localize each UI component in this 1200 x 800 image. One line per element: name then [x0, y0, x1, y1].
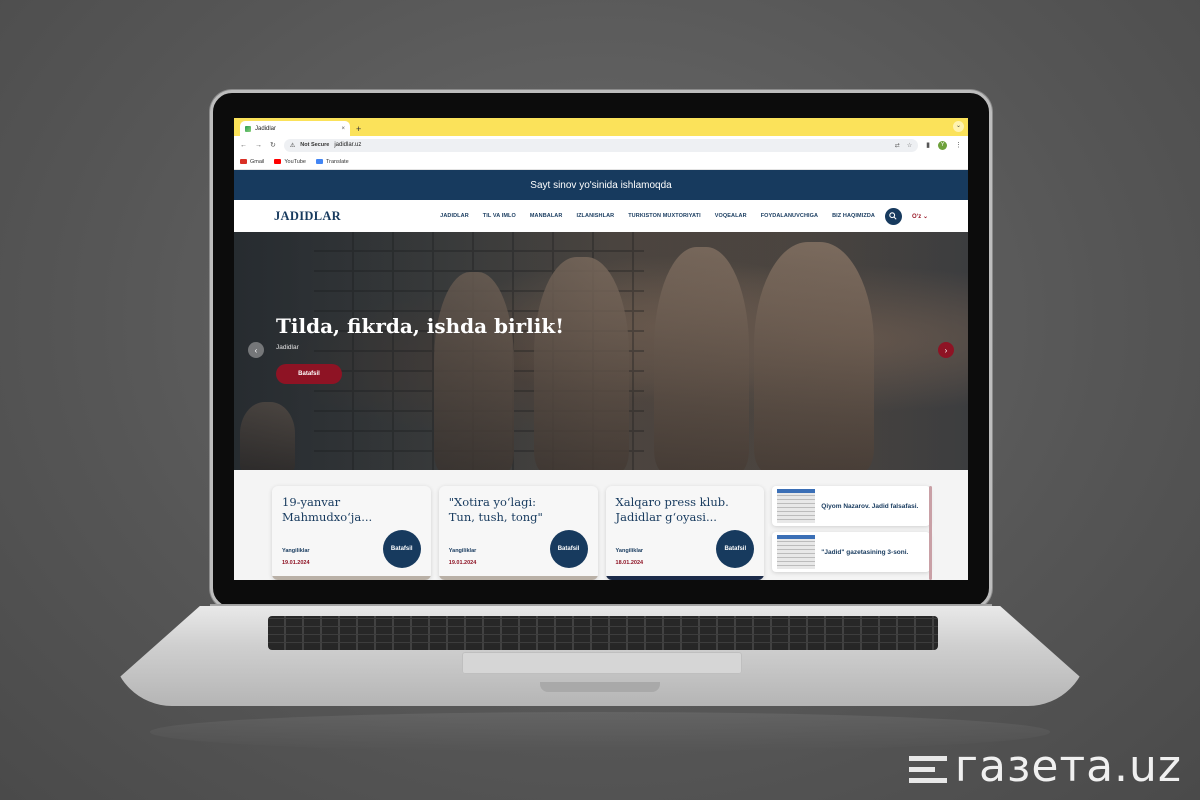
- news-card-details-button[interactable]: Batafsil: [549, 530, 588, 568]
- site-notice-banner: Sayt sinov yo'sinida ishlamoqda: [234, 170, 968, 200]
- site-favicon-icon: [245, 125, 251, 132]
- tab-title: Jadidlar: [255, 125, 277, 132]
- slider-next-arrow-icon[interactable]: ›: [938, 342, 954, 358]
- laptop-screen: Jadidlar × + ⌄ ← → ↻ ⚠ Not Secure jadidl…: [234, 118, 968, 580]
- news-card-details-button[interactable]: Batafsil: [716, 530, 755, 568]
- news-card[interactable]: "Xotira yo‘lagi: Tun, tush, tong" Yangil…: [438, 486, 598, 580]
- news-card[interactable]: 19-yanvar Mahmudxo‘ja... Yangiliklar 19.…: [272, 486, 431, 580]
- bookmark-star-icon[interactable]: ☆: [907, 142, 912, 149]
- site-header: JADIDLAR JADIDLAR TIL VA IMLO MANBALAR I…: [234, 200, 968, 232]
- newspaper-thumbnail: [777, 535, 816, 569]
- newspaper-item[interactable]: Qiyom Nazarov. Jadid falsafasi.: [772, 486, 931, 526]
- newspaper-list: Qiyom Nazarov. Jadid falsafasi. "Jadid" …: [772, 486, 931, 580]
- site-logo[interactable]: JADIDLAR: [274, 209, 341, 224]
- menu-item-biz-haqimizda[interactable]: BIZ HAQIMIZDA: [832, 213, 875, 219]
- menu-item-turkiston-muxtoriyati[interactable]: TURKISTON MUXTORIYATI: [628, 213, 701, 219]
- address-bar[interactable]: ⚠ Not Secure jadidlar.uz ⇄ ☆: [283, 138, 919, 152]
- slider-prev-arrow-icon[interactable]: ‹: [248, 342, 264, 358]
- hero-overlay: [234, 232, 968, 470]
- laptop-trackpad: [462, 652, 742, 674]
- news-section: 19-yanvar Mahmudxo‘ja... Yangiliklar 19.…: [234, 470, 968, 580]
- news-card-date: 19.01.2024: [282, 560, 310, 566]
- news-card-category: Yangiliklar: [615, 548, 644, 554]
- newspaper-list-scrollbar[interactable]: [929, 486, 932, 580]
- browser-menu-icon[interactable]: ⋮: [955, 141, 962, 149]
- watermark-text: газета.uz: [954, 741, 1182, 792]
- newspaper-title[interactable]: Qiyom Nazarov. Jadid falsafasi.: [821, 503, 918, 510]
- new-tab-button[interactable]: +: [356, 124, 361, 134]
- newspaper-item[interactable]: "Jadid" gazetasining 3-soni.: [772, 532, 931, 572]
- news-card-image: [272, 576, 431, 580]
- bookmark-youtube[interactable]: YouTube: [274, 159, 306, 165]
- youtube-icon: [274, 159, 282, 164]
- hero-title: Tilda, fikrda, ishda birlik!: [276, 314, 565, 338]
- laptop-notch: [540, 682, 660, 692]
- news-card-title[interactable]: Xalqaro press klub. Jadidlar g‘oyasi...: [616, 495, 731, 525]
- back-icon[interactable]: ←: [240, 142, 247, 149]
- news-card-title[interactable]: 19-yanvar Mahmudxo‘ja...: [282, 495, 397, 525]
- url-text[interactable]: jadidlar.uz: [334, 142, 361, 148]
- bookmark-label: Translate: [326, 158, 349, 165]
- hero-details-button[interactable]: Batafsil: [276, 364, 342, 384]
- menu-item-izlanishlar[interactable]: IZLANISHLAR: [576, 213, 614, 219]
- news-card-image: [438, 576, 598, 580]
- news-card-date: 19.01.2024: [448, 560, 477, 566]
- news-card-date: 18.01.2024: [615, 560, 644, 566]
- news-card-image: [605, 576, 765, 580]
- news-card-title[interactable]: "Xotira yo‘lagi: Tun, tush, tong": [449, 495, 564, 525]
- side-panel-icon[interactable]: ▮: [926, 141, 930, 149]
- gmail-icon: [240, 159, 247, 164]
- forward-icon[interactable]: →: [255, 142, 262, 149]
- news-card-details-button[interactable]: Batafsil: [382, 530, 421, 568]
- news-card[interactable]: Xalqaro press klub. Jadidlar g‘oyasi... …: [605, 486, 765, 580]
- menu-item-voqealar[interactable]: VOQEALAR: [715, 213, 747, 219]
- newspaper-thumbnail: [777, 489, 816, 523]
- gazeta-logo-icon: [908, 750, 947, 789]
- bookmark-label: YouTube: [284, 158, 306, 165]
- site-search-button[interactable]: [884, 207, 902, 225]
- browser-tab[interactable]: Jadidlar ×: [240, 121, 350, 136]
- warning-icon[interactable]: ⚠: [290, 142, 295, 149]
- translate-icon: [316, 159, 323, 164]
- not-secure-label[interactable]: Not Secure: [300, 142, 329, 148]
- news-card-category: Yangiliklar: [282, 548, 310, 554]
- bookmark-label: Gmail: [250, 158, 265, 165]
- bookmark-gmail[interactable]: Gmail: [240, 159, 264, 165]
- menu-item-til-va-imlo[interactable]: TIL VA IMLO: [483, 213, 516, 219]
- reload-icon[interactable]: ↻: [270, 141, 276, 149]
- profile-avatar[interactable]: Y: [938, 140, 947, 150]
- newspaper-title[interactable]: "Jadid" gazetasining 3-soni.: [821, 549, 908, 556]
- translate-page-icon[interactable]: ⇄: [895, 142, 900, 149]
- search-icon: [889, 212, 898, 220]
- browser-toolbar: ← → ↻ ⚠ Not Secure jadidlar.uz ⇄ ☆ ▮ Y ⋮: [234, 136, 968, 154]
- bookmarks-bar: Gmail YouTube Translate: [234, 154, 968, 170]
- bookmark-translate[interactable]: Translate: [316, 159, 349, 165]
- hero-subtitle: Jadidlar: [276, 344, 299, 351]
- language-selector[interactable]: O‘z ⌄: [912, 213, 928, 220]
- main-menu: JADIDLAR TIL VA IMLO MANBALAR IZLANISHLA…: [440, 213, 875, 219]
- menu-item-manbalar[interactable]: MANBALAR: [530, 213, 563, 219]
- close-tab-icon[interactable]: ×: [341, 126, 345, 132]
- browser-tab-bar: Jadidlar × + ⌄: [234, 118, 968, 136]
- keyboard-rows: [268, 616, 938, 650]
- tab-search-icon[interactable]: ⌄: [953, 121, 964, 132]
- menu-item-jadidlar[interactable]: JADIDLAR: [440, 213, 469, 219]
- news-card-category: Yangiliklar: [448, 548, 477, 554]
- gazeta-uz-watermark: газета.uz: [908, 741, 1182, 792]
- menu-item-foydalanuvchiga[interactable]: FOYDALANUVCHIGA: [761, 213, 818, 219]
- hero-slider: Tilda, fikrda, ishda birlik! Jadidlar Ba…: [234, 232, 968, 470]
